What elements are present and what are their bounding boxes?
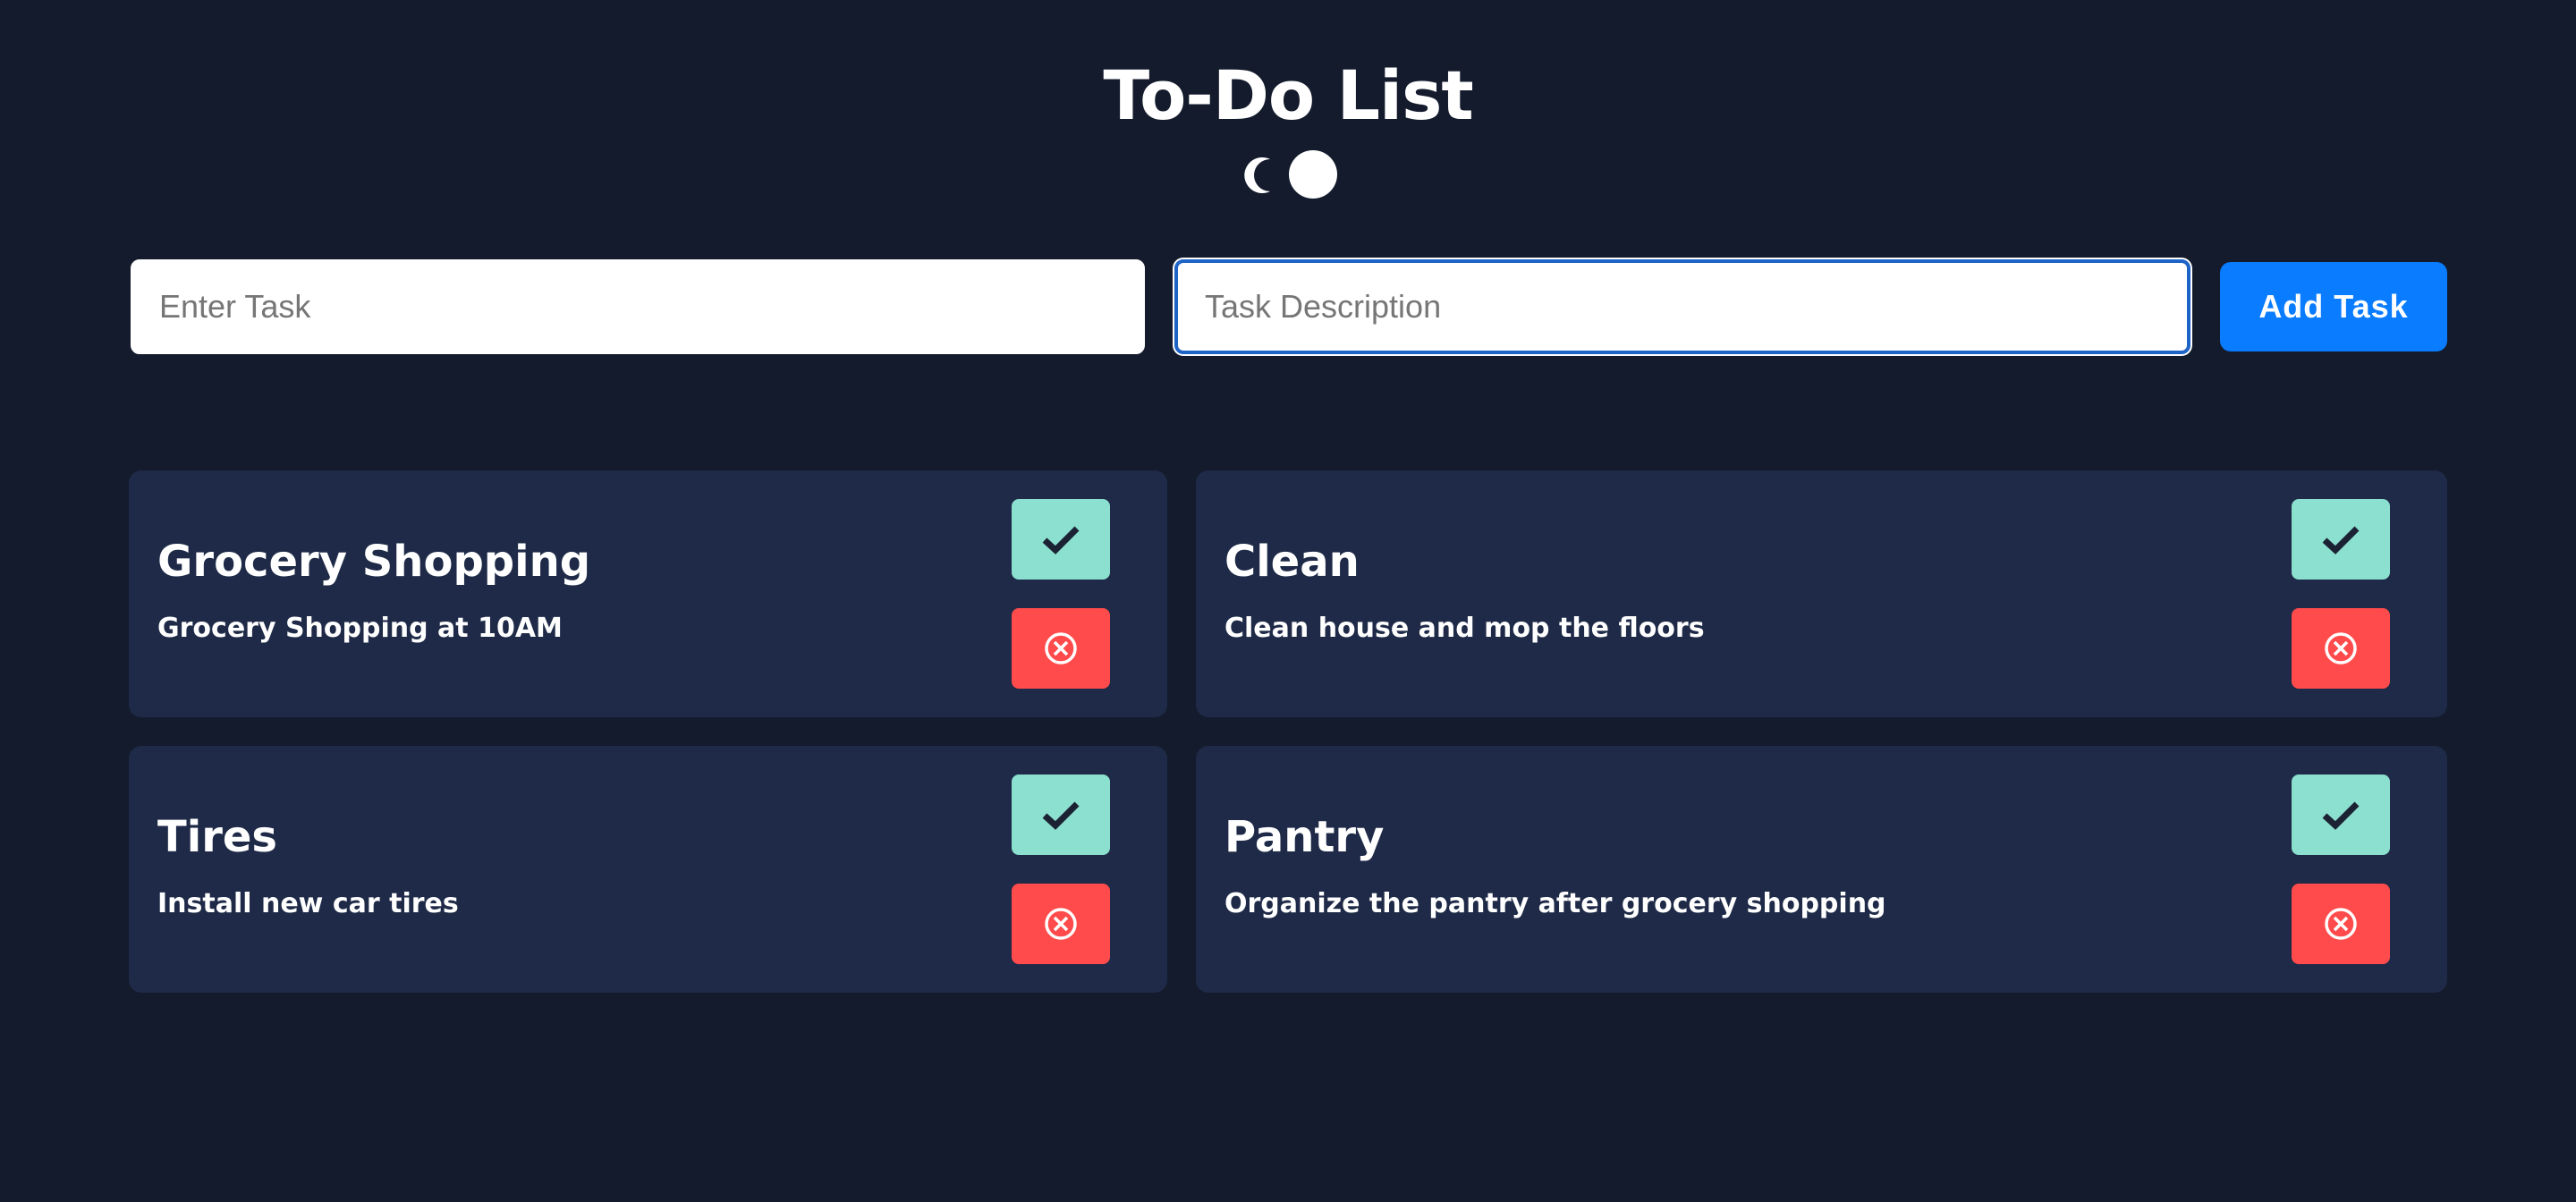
task-description-input[interactable] <box>1174 259 2190 354</box>
task-name-input[interactable] <box>131 259 1145 354</box>
checkmark-icon <box>2322 526 2360 554</box>
complete-task-button[interactable] <box>2292 775 2390 855</box>
toggle-knob-icon <box>1289 150 1337 199</box>
task-title: Grocery Shopping <box>157 537 591 587</box>
delete-task-button[interactable] <box>1012 608 1110 689</box>
page-title: To-Do List <box>1103 55 1473 135</box>
task-title: Pantry <box>1224 812 1385 862</box>
checkmark-icon <box>1042 801 1080 830</box>
theme-toggle[interactable] <box>1236 148 1340 202</box>
delete-task-button[interactable] <box>1012 884 1110 964</box>
task-card: Grocery Shopping Grocery Shopping at 10A… <box>129 470 1167 717</box>
task-description: Clean house and mop the floors <box>1224 613 1705 644</box>
circle-x-icon <box>1045 632 1077 664</box>
delete-task-button[interactable] <box>2292 608 2390 689</box>
task-description: Organize the pantry after grocery shoppi… <box>1224 888 1886 919</box>
task-card: Clean Clean house and mop the floors <box>1196 470 2447 717</box>
complete-task-button[interactable] <box>1012 775 1110 855</box>
task-title: Clean <box>1224 537 1360 587</box>
checkmark-icon <box>1042 526 1080 554</box>
delete-task-button[interactable] <box>2292 884 2390 964</box>
moon-icon <box>1244 150 1337 199</box>
task-card: Tires Install new car tires <box>129 746 1167 993</box>
complete-task-button[interactable] <box>2292 499 2390 580</box>
circle-x-icon <box>2325 632 2357 664</box>
task-description: Grocery Shopping at 10AM <box>157 613 563 644</box>
task-card: Pantry Organize the pantry after grocery… <box>1196 746 2447 993</box>
circle-x-icon <box>1045 908 1077 940</box>
checkmark-icon <box>2322 801 2360 830</box>
circle-x-icon <box>2325 908 2357 940</box>
task-description: Install new car tires <box>157 888 459 919</box>
task-title: Tires <box>157 812 277 862</box>
complete-task-button[interactable] <box>1012 499 1110 580</box>
add-task-button[interactable]: Add Task <box>2220 262 2447 351</box>
